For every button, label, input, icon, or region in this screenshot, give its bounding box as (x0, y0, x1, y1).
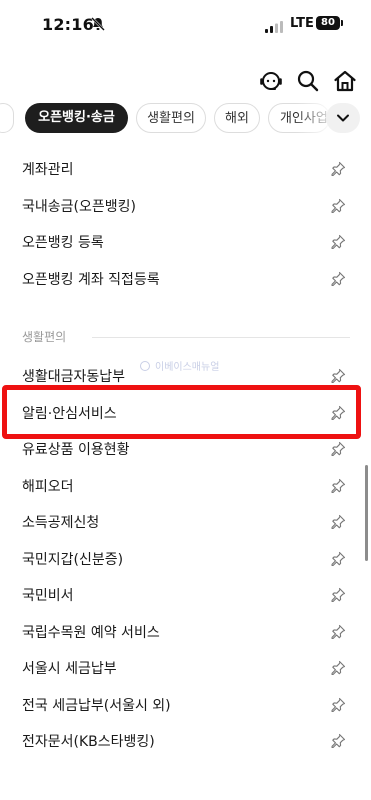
list-item[interactable]: 국립수목원 예약 서비스 (0, 614, 371, 650)
list-item-label: 오픈뱅킹 등록 (22, 235, 104, 251)
pin-icon[interactable] (330, 514, 346, 530)
tabs-expand-button[interactable] (326, 103, 360, 133)
list-item[interactable]: 국민비서 (0, 577, 371, 613)
list-item-label: 국립수목원 예약 서비스 (22, 624, 160, 641)
category-tabs: 오픈뱅킹·송금 생활편의 해외 개인사업 (0, 103, 371, 135)
signal-icon (265, 18, 283, 33)
watermark-text: 이베이스매뉴얼 (155, 362, 220, 373)
status-bar: 12:16 LTE 80 (0, 0, 371, 50)
search-icon[interactable] (295, 68, 321, 94)
list-item[interactable]: 계좌관리 (0, 151, 371, 187)
pin-icon[interactable] (330, 733, 346, 749)
pin-icon[interactable] (330, 478, 346, 494)
chatbot-icon[interactable] (258, 68, 284, 94)
pin-icon[interactable] (330, 587, 346, 603)
list-item[interactable]: 서울시 세금납부 (0, 650, 371, 686)
list-item[interactable]: 해피오더 (0, 468, 371, 504)
watermark-logo-icon (140, 361, 150, 371)
list-item-label: 생활대금자동납부 (22, 369, 126, 385)
pin-icon[interactable] (330, 368, 346, 384)
list-item[interactable]: 국민지갑(신분증) (0, 541, 371, 577)
list-item-label: 소득공제신청 (22, 515, 100, 531)
list-item-label: 국내송금(오픈뱅킹) (22, 198, 136, 215)
pin-icon[interactable] (330, 198, 346, 214)
pin-icon[interactable] (330, 234, 346, 250)
pin-icon[interactable] (330, 624, 346, 640)
pin-icon[interactable] (330, 697, 346, 713)
tab-life-convenience[interactable]: 생활편의 (136, 103, 206, 133)
pin-icon[interactable] (330, 161, 346, 177)
list-item[interactable]: 소득공제신청 (0, 504, 371, 540)
list-item[interactable]: 전자문서(KB스타뱅킹) (0, 723, 371, 759)
list-item-label: 계좌관리 (22, 162, 74, 178)
section-title-life: 생활편의 (22, 330, 67, 344)
list-item-label: 국민지갑(신분증) (22, 551, 124, 568)
network-type: LTE (290, 16, 314, 31)
tab-overseas[interactable]: 해외 (214, 103, 260, 133)
pin-icon[interactable] (330, 271, 346, 287)
list-item-label: 유료상품 이용현황 (22, 442, 130, 458)
list-item-label: 전자문서(KB스타뱅킹) (22, 734, 155, 750)
watermark: 이베이스매뉴얼 (140, 358, 219, 373)
battery-tip (341, 20, 343, 26)
list-item[interactable]: 오픈뱅킹 계좌 직접등록 (0, 261, 371, 297)
bell-muted-icon (90, 16, 106, 32)
pin-icon[interactable] (330, 660, 346, 676)
highlight-box (2, 385, 361, 439)
home-icon[interactable] (332, 68, 358, 94)
pin-icon[interactable] (330, 551, 346, 567)
chevron-down-icon (337, 114, 349, 122)
list-item[interactable]: 국내송금(오픈뱅킹) (0, 188, 371, 224)
divider (92, 337, 350, 338)
list-item[interactable]: 오픈뱅킹 등록 (0, 224, 371, 260)
list-item-label: 전국 세금납부(서울시 외) (22, 697, 171, 714)
scrollbar[interactable] (365, 465, 368, 561)
list-item-label: 국민비서 (22, 588, 74, 604)
tab-openbanking-transfer[interactable]: 오픈뱅킹·송금 (25, 103, 128, 133)
list-item[interactable]: 전국 세금납부(서울시 외) (0, 687, 371, 723)
tab-previous[interactable] (0, 103, 14, 133)
list-item-label: 오픈뱅킹 계좌 직접등록 (22, 271, 160, 288)
list-item-label: 해피오더 (22, 478, 74, 495)
list-item-label: 서울시 세금납부 (22, 661, 117, 677)
pin-icon[interactable] (330, 441, 346, 457)
battery-icon: 80 (316, 16, 340, 30)
status-time: 12:16 (42, 15, 94, 34)
